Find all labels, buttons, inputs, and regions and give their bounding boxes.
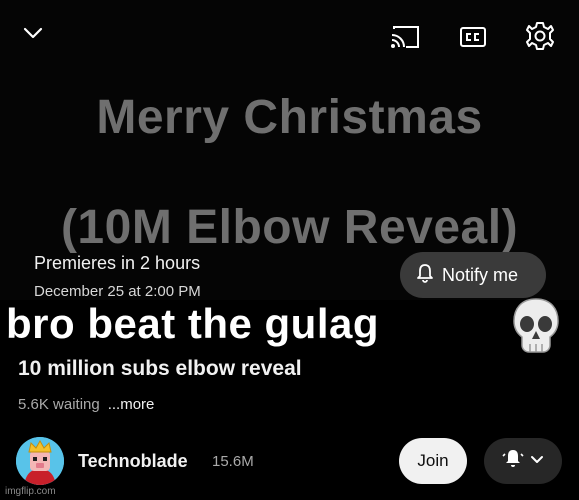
notify-me-button[interactable]: Notify me <box>400 252 546 298</box>
thumbnail-title-line-2: (10M Elbow Reveal) <box>60 201 519 254</box>
video-meta: 5.6K waiting ...more <box>18 396 154 413</box>
channel-name[interactable]: Technoblade <box>78 451 188 472</box>
premiere-status: Premieres in 2 hours <box>34 253 201 273</box>
video-player[interactable]: Merry Christmas (10M Elbow Reveal) Premi… <box>0 0 579 300</box>
notify-me-label: Notify me <box>442 264 519 285</box>
waiting-count: 5.6K waiting <box>18 396 100 413</box>
join-button[interactable]: Join <box>399 438 467 484</box>
subscriber-count: 15.6M <box>212 453 254 470</box>
cast-icon[interactable] <box>388 22 422 52</box>
notification-bell-button[interactable] <box>484 438 562 484</box>
thumbnail-title-line-1: Merry Christmas <box>96 91 483 144</box>
skull-icon <box>510 296 562 356</box>
more-link[interactable]: ...more <box>108 396 155 413</box>
video-title[interactable]: 10 million subs elbow reveal <box>18 357 302 381</box>
premiere-date: December 25 at 2:00 PM <box>34 283 201 300</box>
bell-icon <box>416 263 434 288</box>
meme-caption: bro beat the gulag <box>6 300 380 347</box>
watermark: imgflip.com <box>5 486 56 497</box>
bell-icon <box>502 448 524 475</box>
gear-icon[interactable] <box>524 20 556 52</box>
closed-captions-icon[interactable] <box>457 22 489 52</box>
channel-avatar[interactable] <box>16 437 64 485</box>
chevron-down-icon[interactable] <box>18 20 48 46</box>
chevron-down-icon <box>530 452 544 470</box>
